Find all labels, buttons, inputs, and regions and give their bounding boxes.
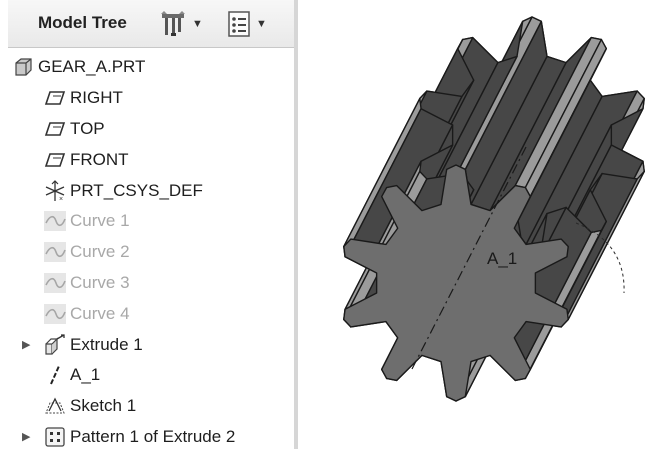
tree-item-label: FRONT (70, 149, 129, 169)
datum-plane-icon (44, 119, 66, 139)
tree-item-label: RIGHT (70, 88, 123, 108)
tree-item-curve-4[interactable]: Curve 4 (8, 298, 294, 329)
tree-item-gear-part[interactable]: GEAR_A.PRT (8, 52, 294, 83)
coordinate-system-icon: × (44, 179, 66, 202)
curve-icon (44, 211, 66, 232)
tree-item-curve-3[interactable]: Curve 3 (8, 268, 294, 299)
svg-text:×: × (59, 196, 63, 202)
curve-icon (44, 272, 66, 293)
pattern-icon (44, 427, 66, 447)
tree-item-extrude-1[interactable]: ▶ Extrude 1 (8, 329, 294, 360)
expand-arrow-icon[interactable]: ▶ (22, 430, 30, 443)
model-tree-header: Model Tree ▼ ▼ (8, 0, 294, 48)
model-tree-title: Model Tree (38, 13, 127, 32)
tree-item-axis-a1[interactable]: A_1 (8, 360, 294, 391)
tree-item-label: Curve 2 (70, 242, 130, 262)
tree-item-label: Pattern 1 of Extrude 2 (70, 426, 236, 446)
model-tree-panel: Model Tree ▼ ▼ GEAR_A.PRT RIGHT TOP FRON… (0, 0, 300, 449)
tree-item-label: TOP (70, 118, 105, 138)
tree-item-label: Curve 4 (70, 303, 130, 323)
tree-item-pattern-1[interactable]: ▶ Pattern 1 of Extrude 2 (8, 422, 294, 449)
tree-item-csys[interactable]: × PRT_CSYS_DEF (8, 175, 294, 206)
chevron-down-icon: ▼ (256, 18, 267, 30)
tree-show-button[interactable]: ▼ (226, 9, 267, 39)
tools-icon (161, 11, 185, 36)
panel-splitter[interactable] (294, 0, 298, 449)
model-tree-list: GEAR_A.PRT RIGHT TOP FRONT × PRT_CSYS_DE… (8, 52, 294, 449)
tree-item-top[interactable]: TOP (8, 114, 294, 145)
list-icon (228, 11, 250, 37)
tree-item-label: Curve 1 (70, 211, 130, 231)
curve-icon (44, 242, 66, 263)
tree-item-label: A_1 (70, 365, 101, 385)
sketch-icon (44, 396, 66, 416)
datum-plane-icon (44, 88, 66, 108)
tree-item-label: PRT_CSYS_DEF (70, 180, 203, 200)
tree-item-label: GEAR_A.PRT (38, 57, 146, 77)
graphics-viewport[interactable]: A_1 (300, 0, 671, 449)
chevron-down-icon: ▼ (192, 18, 203, 30)
datum-axis-icon (44, 365, 66, 385)
tree-item-front[interactable]: FRONT (8, 144, 294, 175)
app-window: Model Tree ▼ ▼ GEAR_A.PRT RIGHT TOP FRON… (0, 0, 671, 449)
tree-item-curve-1[interactable]: Curve 1 (8, 206, 294, 237)
tree-item-sketch-1[interactable]: Sketch 1 (8, 391, 294, 422)
tree-item-curve-2[interactable]: Curve 2 (8, 237, 294, 268)
axis-label-a1: A_1 (487, 249, 518, 268)
tree-item-right[interactable]: RIGHT (8, 83, 294, 114)
curve-icon (44, 303, 66, 324)
extrude-icon (44, 333, 66, 355)
datum-plane-icon (44, 150, 66, 170)
tree-item-label: Sketch 1 (70, 396, 137, 416)
part-icon (12, 57, 34, 77)
gear-model (343, 16, 645, 402)
expand-arrow-icon[interactable]: ▶ (22, 338, 30, 351)
tree-item-label: Extrude 1 (70, 334, 143, 354)
tree-settings-button[interactable]: ▼ (158, 9, 203, 39)
tree-item-label: Curve 3 (70, 272, 130, 292)
